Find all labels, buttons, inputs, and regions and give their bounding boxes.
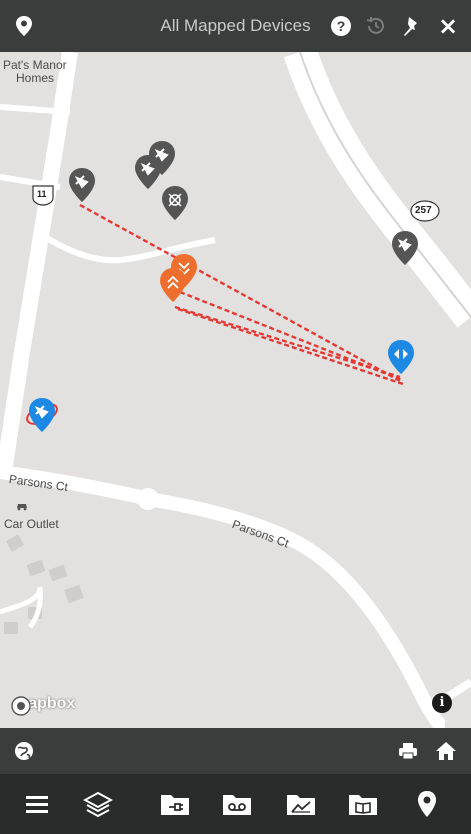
close-icon[interactable]: × <box>436 12 460 40</box>
location-icon[interactable] <box>413 788 441 820</box>
mapbox-attribution[interactable]: mapbox <box>10 695 75 716</box>
close-label: × <box>437 12 459 40</box>
history-icon[interactable] <box>364 14 388 38</box>
map-view[interactable]: Pat's Manor Homes 11 257 Parsons Ct Pars… <box>0 52 471 728</box>
device-marker-blue[interactable] <box>388 340 414 374</box>
device-marker-gray[interactable] <box>69 168 95 202</box>
secondary-toolbar <box>0 728 471 774</box>
menu-icon[interactable] <box>22 790 52 818</box>
top-bar: All Mapped Devices ? × <box>0 0 471 52</box>
device-link-lines <box>79 203 404 386</box>
device-marker-blue-selected[interactable] <box>24 398 60 432</box>
folder-book-icon[interactable] <box>346 789 380 819</box>
place-label-homes: Homes <box>16 71 55 85</box>
building <box>26 559 46 577</box>
road-parsons-ct <box>0 465 448 728</box>
map-info-button[interactable]: i <box>432 693 452 713</box>
car-icon <box>17 504 27 511</box>
globe-icon[interactable] <box>12 739 36 763</box>
help-icon[interactable]: ? <box>329 14 353 38</box>
print-icon[interactable] <box>396 739 420 763</box>
route-257-label: 257 <box>415 205 432 216</box>
map-canvas <box>0 52 471 728</box>
layers-icon[interactable] <box>82 788 114 820</box>
device-marker-orange[interactable] <box>160 268 186 302</box>
place-label-car-outlet: Car Outlet <box>4 517 59 531</box>
building <box>4 622 18 634</box>
building <box>64 584 84 604</box>
folder-voicemail-icon[interactable] <box>220 789 254 819</box>
folder-plug-icon[interactable] <box>158 789 192 819</box>
folder-chart-icon[interactable] <box>284 789 318 819</box>
device-marker-gray[interactable] <box>162 186 188 220</box>
building <box>5 534 25 552</box>
route-11-label: 11 <box>37 189 47 199</box>
mapbox-logo-icon <box>11 696 31 716</box>
roundabout <box>137 488 159 510</box>
pin-icon[interactable] <box>399 14 423 38</box>
svg-text:?: ? <box>337 18 346 34</box>
main-toolbar <box>0 774 471 834</box>
place-label-pats-manor: Pat's Manor <box>3 58 67 72</box>
home-icon[interactable] <box>434 739 458 763</box>
road-highway-257 <box>283 52 471 328</box>
building <box>48 564 68 582</box>
